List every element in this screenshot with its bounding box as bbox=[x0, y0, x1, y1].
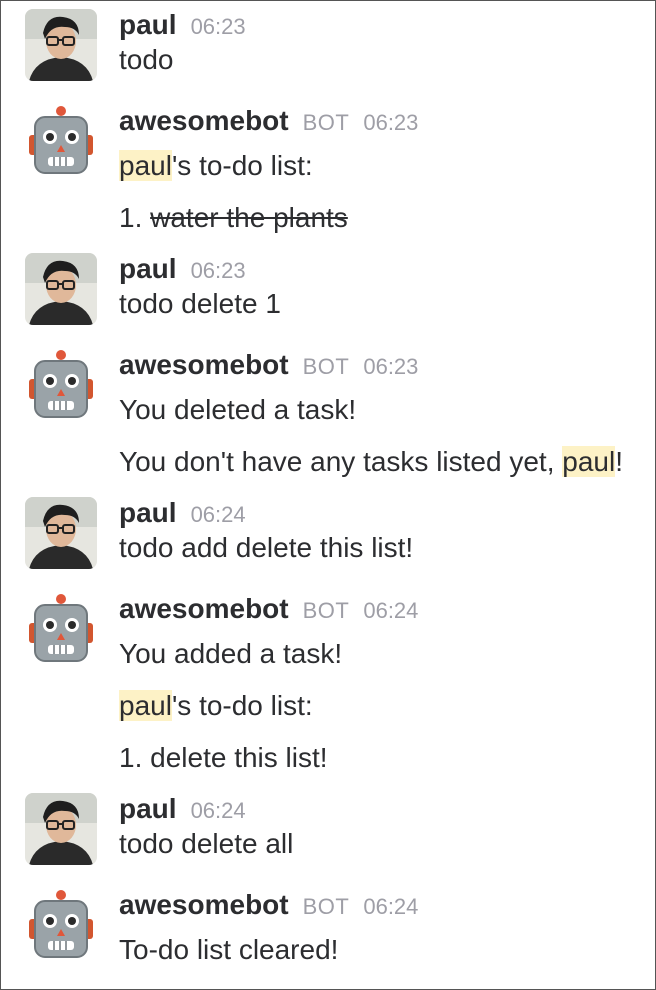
robot-face-icon[interactable] bbox=[25, 593, 97, 665]
message-text: You deleted a task! bbox=[119, 394, 357, 425]
robot-face-icon[interactable] bbox=[25, 105, 97, 177]
author-name[interactable]: awesomebot bbox=[119, 349, 289, 381]
message-header: paul 06:24 bbox=[119, 497, 645, 531]
message-header: awesomebot BOT 06:23 bbox=[119, 105, 645, 139]
author-name[interactable]: awesomebot bbox=[119, 593, 289, 625]
timestamp[interactable]: 06:24 bbox=[191, 798, 246, 824]
user-mention[interactable]: paul bbox=[562, 446, 616, 477]
message-content: paul 06:23 todo delete 1 bbox=[119, 253, 645, 321]
timestamp[interactable]: 06:24 bbox=[363, 598, 418, 624]
message-content: paul 06:23 todo bbox=[119, 9, 645, 77]
author-name[interactable]: paul bbox=[119, 9, 177, 41]
chat-window: paul 06:23 todo awesomebot BOT 06:23 pau… bbox=[0, 0, 656, 990]
user-mention[interactable]: paul bbox=[119, 150, 172, 181]
timestamp[interactable]: 06:23 bbox=[363, 110, 418, 136]
message-text: You added a task! bbox=[119, 638, 343, 669]
message-header: awesomebot BOT 06:23 bbox=[119, 349, 645, 383]
author-name[interactable]: paul bbox=[119, 253, 177, 285]
bot-badge: BOT bbox=[302, 354, 350, 379]
timestamp[interactable]: 06:24 bbox=[363, 894, 418, 920]
message-text: 1. delete this list! bbox=[119, 742, 328, 773]
timestamp[interactable]: 06:23 bbox=[191, 258, 246, 284]
message-content: awesomebot BOT 06:23 paul's to-do list: … bbox=[119, 105, 645, 235]
timestamp[interactable]: 06:23 bbox=[363, 354, 418, 380]
author-name[interactable]: awesomebot bbox=[119, 105, 289, 137]
message-text: paul's to-do list: bbox=[119, 689, 645, 723]
message-text: 1. water the plants bbox=[119, 201, 645, 235]
message-content: awesomebot BOT 06:24 To-do list cleared! bbox=[119, 889, 645, 967]
message-header: paul 06:23 bbox=[119, 253, 645, 287]
robot-face-icon[interactable] bbox=[25, 349, 97, 421]
message-text: paul's to-do list: bbox=[119, 149, 645, 183]
paul-avatar-icon[interactable] bbox=[25, 253, 97, 325]
message-content: paul 06:24 todo add delete this list! bbox=[119, 497, 645, 565]
message-text: todo delete all bbox=[119, 828, 294, 859]
author-name[interactable]: paul bbox=[119, 793, 177, 825]
message-text: todo add delete this list! bbox=[119, 532, 414, 563]
timestamp[interactable]: 06:23 bbox=[191, 14, 246, 40]
message-header: awesomebot BOT 06:24 bbox=[119, 889, 645, 923]
message-content: awesomebot BOT 06:23 You deleted a task!… bbox=[119, 349, 645, 479]
timestamp[interactable]: 06:24 bbox=[191, 502, 246, 528]
message-text: You don't have any tasks listed yet, pau… bbox=[119, 445, 645, 479]
message-text-part: 's to-do list: bbox=[171, 690, 313, 721]
message-text: To-do list cleared! bbox=[119, 934, 339, 965]
message-text: todo bbox=[119, 44, 174, 75]
message-header: paul 06:24 bbox=[119, 793, 645, 827]
bot-badge: BOT bbox=[302, 894, 350, 919]
user-mention[interactable]: paul bbox=[119, 690, 172, 721]
message-header: awesomebot BOT 06:24 bbox=[119, 593, 645, 627]
message-content: paul 06:24 todo delete all bbox=[119, 793, 645, 861]
message-text-part: ! bbox=[615, 446, 623, 477]
robot-face-icon[interactable] bbox=[25, 889, 97, 961]
message-text-part: You don't have any tasks listed yet, bbox=[119, 446, 563, 477]
author-name[interactable]: paul bbox=[119, 497, 177, 529]
message-text: todo delete 1 bbox=[119, 288, 281, 319]
list-number: 1. bbox=[119, 202, 151, 233]
completed-task: water the plants bbox=[150, 202, 348, 233]
paul-avatar-icon[interactable] bbox=[25, 793, 97, 865]
paul-avatar-icon[interactable] bbox=[25, 9, 97, 81]
message-content: awesomebot BOT 06:24 You added a task! p… bbox=[119, 593, 645, 775]
message-header: paul 06:23 bbox=[119, 9, 645, 43]
message-text-part: 's to-do list: bbox=[171, 150, 313, 181]
bot-badge: BOT bbox=[302, 598, 350, 623]
author-name[interactable]: awesomebot bbox=[119, 889, 289, 921]
paul-avatar-icon[interactable] bbox=[25, 497, 97, 569]
bot-badge: BOT bbox=[302, 110, 350, 135]
